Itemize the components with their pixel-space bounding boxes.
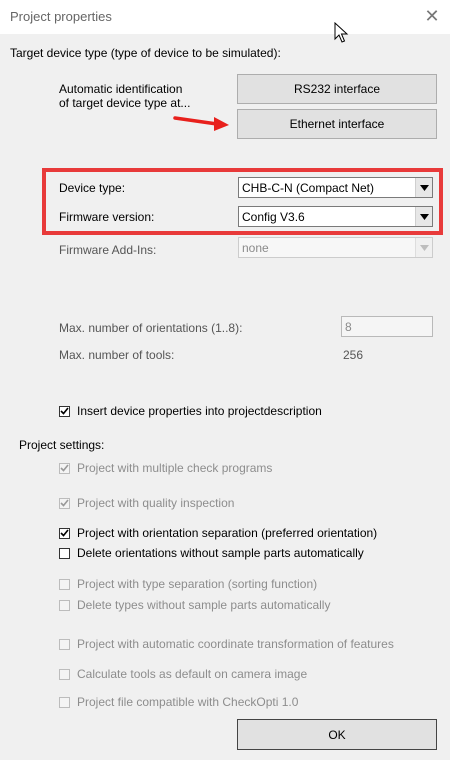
checkbox-box[interactable]	[59, 638, 70, 650]
checkbox-box[interactable]	[59, 599, 70, 611]
setting-label: Project with type separation (sorting fu…	[77, 577, 318, 591]
setting-label: Delete orientations without sample parts…	[77, 546, 364, 560]
checkbox-box[interactable]	[59, 668, 70, 680]
firmware-version-label: Firmware version:	[59, 210, 155, 224]
max-orientations-label: Max. number of orientations (1..8):	[59, 321, 243, 335]
max-orientations-value: 8	[345, 319, 352, 334]
checkbox-box[interactable]	[59, 462, 70, 474]
firmware-addins-select[interactable]: none	[238, 237, 433, 258]
quality-inspection-checkbox[interactable]: Project with quality inspection	[59, 496, 234, 510]
ethernet-interface-button[interactable]: Ethernet interface	[237, 109, 437, 139]
firmware-version-select[interactable]: Config V3.6	[238, 206, 433, 227]
ok-label: OK	[328, 727, 346, 742]
auto-identification-line2: of target device type at...	[59, 96, 191, 110]
calculate-tools-checkbox[interactable]: Calculate tools as default on camera ima…	[59, 667, 307, 681]
dropdown-arrow-icon	[415, 238, 432, 257]
insert-device-properties-label: Insert device properties into projectdes…	[77, 404, 322, 418]
setting-label: Calculate tools as default on camera ima…	[77, 667, 308, 681]
setting-label: Project file compatible with CheckOpti 1…	[77, 695, 299, 709]
rs232-interface-button[interactable]: RS232 interface	[237, 74, 437, 104]
project-settings-header: Project settings:	[19, 438, 105, 452]
max-orientations-input[interactable]: 8	[341, 316, 433, 337]
ok-button[interactable]: OK	[237, 719, 437, 750]
device-type-label: Device type:	[59, 181, 126, 195]
firmware-version-value: Config V3.6	[242, 209, 305, 224]
delete-types-checkbox[interactable]: Delete types without sample parts automa…	[59, 598, 330, 612]
max-tools-value: 256	[343, 348, 364, 362]
checkbox-box[interactable]	[59, 696, 70, 708]
delete-orientations-checkbox[interactable]: Delete orientations without sample parts…	[59, 546, 364, 560]
type-separation-checkbox[interactable]: Project with type separation (sorting fu…	[59, 577, 317, 591]
checkbox-box[interactable]	[59, 578, 70, 590]
target-device-header: Target device type (type of device to be…	[10, 46, 281, 60]
rs232-interface-label: RS232 interface	[293, 82, 381, 96]
setting-label: Project with multiple check programs	[77, 461, 273, 475]
checkbox-box[interactable]	[59, 547, 70, 559]
setting-label: Delete types without sample parts automa…	[77, 598, 331, 612]
checkmark-icon	[60, 464, 69, 472]
max-tools-label: Max. number of tools:	[59, 348, 175, 362]
dropdown-arrow-icon[interactable]	[415, 178, 432, 197]
cursor-icon	[334, 21, 350, 44]
close-icon[interactable]: ✕	[422, 6, 442, 26]
checkbox-box[interactable]	[59, 405, 70, 417]
insert-device-properties-checkbox[interactable]: Insert device properties into projectdes…	[59, 404, 322, 418]
dropdown-arrow-icon[interactable]	[415, 207, 432, 226]
device-type-value: CHB-C-N (Compact Net)	[242, 180, 375, 195]
auto-identification-line1: Automatic identification	[59, 82, 183, 96]
multiple-check-programs-checkbox[interactable]: Project with multiple check programs	[59, 461, 272, 475]
device-type-select[interactable]: CHB-C-N (Compact Net)	[238, 177, 433, 198]
checkbox-box[interactable]	[59, 497, 70, 509]
checkopti-compatible-checkbox[interactable]: Project file compatible with CheckOpti 1…	[59, 695, 298, 709]
setting-label: Project with orientation separation (pre…	[77, 526, 378, 540]
orientation-separation-checkbox[interactable]: Project with orientation separation (pre…	[59, 526, 377, 540]
firmware-addins-value: none	[242, 240, 269, 255]
coordinate-transformation-checkbox[interactable]: Project with automatic coordinate transf…	[59, 637, 394, 651]
checkbox-box[interactable]	[59, 527, 70, 539]
ethernet-interface-label: Ethernet interface	[289, 117, 385, 131]
setting-label: Project with quality inspection	[77, 496, 235, 510]
setting-label: Project with automatic coordinate transf…	[77, 637, 394, 651]
checkmark-icon	[60, 499, 69, 507]
window-title: Project properties	[10, 9, 112, 24]
red-arrow-icon	[173, 112, 231, 137]
checkmark-icon	[60, 407, 69, 415]
firmware-addins-label: Firmware Add-Ins:	[59, 243, 157, 257]
checkmark-icon	[60, 529, 69, 537]
